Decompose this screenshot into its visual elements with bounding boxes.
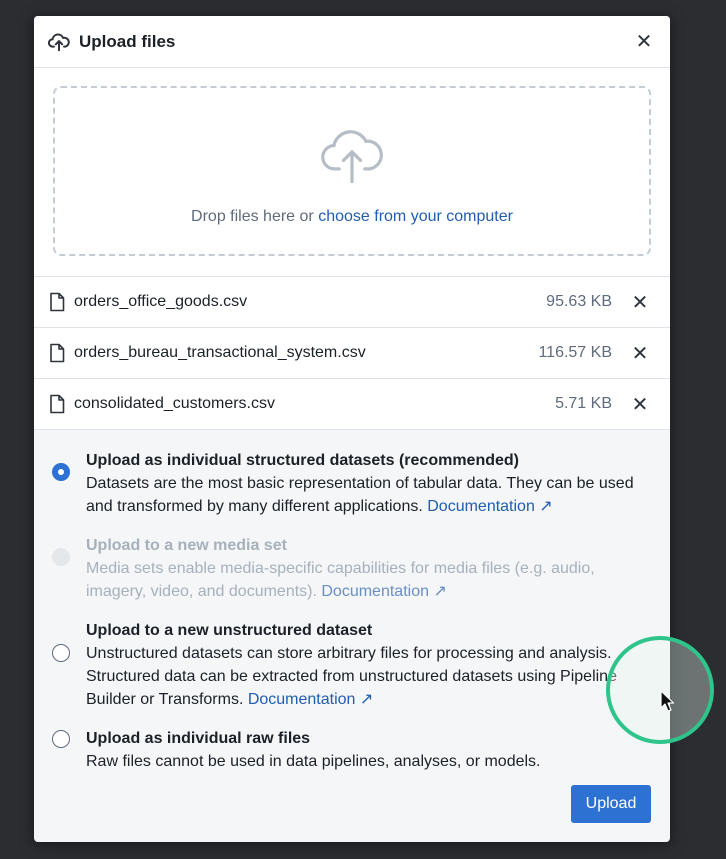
document-icon — [50, 343, 65, 363]
file-row: orders_office_goods.csv 95.63 KB ✕ — [34, 277, 670, 328]
option-title: Upload to a new unstructured dataset — [86, 622, 373, 639]
file-size: 5.71 KB — [555, 395, 612, 412]
upload-button[interactable]: Upload — [571, 785, 651, 823]
option-text: Upload to a new media set Media sets ena… — [86, 535, 652, 603]
document-icon — [50, 394, 65, 414]
dialog-header: Upload files ✕ — [34, 16, 670, 68]
option-description: Media sets enable media-specific capabil… — [86, 557, 652, 603]
dropzone-text: Drop files here or choose from your comp… — [191, 208, 513, 226]
mouse-pointer-icon — [660, 690, 675, 712]
documentation-link[interactable]: Documentation ↗ — [427, 498, 552, 515]
radio-media-set — [52, 548, 70, 566]
option-raw-files[interactable]: Upload as individual raw files Raw files… — [34, 728, 670, 773]
file-row: consolidated_customers.csv 5.71 KB ✕ — [34, 379, 670, 430]
option-title: Upload as individual structured datasets… — [86, 452, 519, 469]
file-name: consolidated_customers.csv — [74, 395, 275, 412]
file-name: orders_bureau_transactional_system.csv — [74, 344, 366, 361]
cloud-upload-icon — [321, 130, 383, 184]
choose-from-computer-link[interactable]: choose from your computer — [318, 208, 513, 225]
option-description: Raw files cannot be used in data pipelin… — [86, 753, 541, 770]
file-size: 116.57 KB — [538, 344, 612, 361]
close-icon[interactable]: ✕ — [632, 29, 656, 54]
option-unstructured-dataset[interactable]: Upload to a new unstructured dataset Uns… — [34, 620, 670, 711]
radio-structured-datasets[interactable] — [52, 463, 70, 481]
upload-cloud-icon — [48, 33, 70, 51]
file-list: orders_office_goods.csv 95.63 KB ✕ order… — [34, 277, 670, 430]
option-text: Upload as individual structured datasets… — [86, 450, 652, 518]
remove-file-icon[interactable]: ✕ — [630, 392, 650, 417]
radio-raw-files[interactable] — [52, 730, 70, 748]
dropzone-container: Drop files here or choose from your comp… — [34, 68, 670, 277]
option-title: Upload as individual raw files — [86, 730, 311, 747]
dialog-title: Upload files — [79, 31, 176, 51]
dropzone-instruction: Drop files here or — [191, 208, 319, 225]
remove-file-icon[interactable]: ✕ — [630, 290, 650, 315]
file-name: orders_office_goods.csv — [74, 293, 248, 310]
documentation-link[interactable]: Documentation ↗ — [248, 691, 373, 708]
upload-files-dialog: Upload files ✕ Drop files here or choose… — [34, 16, 670, 842]
file-dropzone[interactable]: Drop files here or choose from your comp… — [53, 86, 651, 256]
file-size: 95.63 KB — [546, 293, 612, 310]
upload-options: Upload as individual structured datasets… — [34, 430, 670, 773]
remove-file-icon[interactable]: ✕ — [630, 341, 650, 366]
document-icon — [50, 292, 65, 312]
file-row: orders_bureau_transactional_system.csv 1… — [34, 328, 670, 379]
option-title: Upload to a new media set — [86, 537, 287, 554]
option-media-set: Upload to a new media set Media sets ena… — [34, 535, 670, 603]
option-text: Upload as individual raw files Raw files… — [86, 728, 540, 773]
option-text: Upload to a new unstructured dataset Uns… — [86, 620, 652, 711]
option-description: Unstructured datasets can store arbitrar… — [86, 642, 652, 711]
option-structured-datasets[interactable]: Upload as individual structured datasets… — [34, 450, 670, 518]
documentation-link[interactable]: Documentation ↗ — [321, 583, 446, 600]
radio-unstructured-dataset[interactable] — [52, 644, 70, 662]
option-description: Datasets are the most basic representati… — [86, 472, 652, 518]
